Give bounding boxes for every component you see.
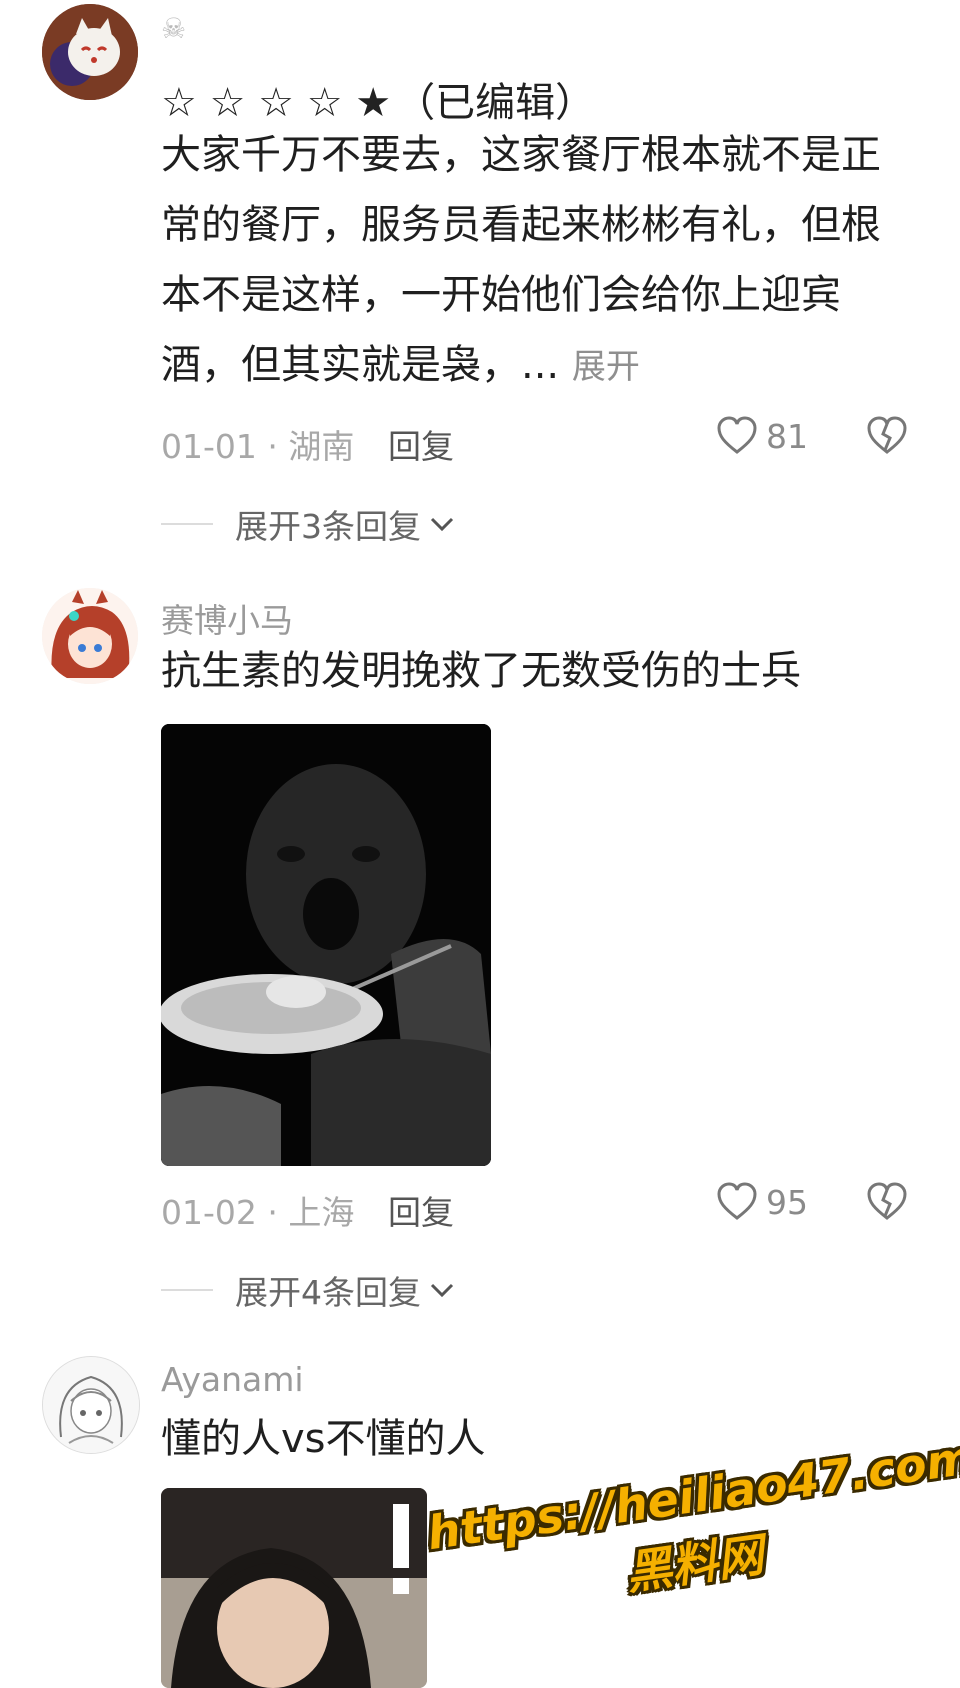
avatar-image	[42, 588, 138, 684]
avatar-image	[43, 1357, 139, 1453]
heart-outline-icon	[717, 416, 757, 454]
expand-replies-label: 展开4条回复	[235, 1273, 421, 1312]
avatar[interactable]	[42, 4, 138, 100]
divider-line	[161, 1289, 213, 1291]
dislike-button[interactable]	[866, 416, 908, 460]
username[interactable]: 赛博小马	[161, 594, 293, 642]
heart-outline-icon	[717, 1182, 757, 1220]
expand-replies-label: 展开3条回复	[235, 507, 421, 546]
reply-button[interactable]: 回复	[388, 1186, 454, 1234]
expand-text-link[interactable]: 展开	[572, 347, 640, 387]
username[interactable]: ☠	[161, 12, 186, 45]
reply-button[interactable]: 回复	[388, 420, 454, 468]
comment-body: 大家千万不要去，这家餐厅根本就不是正常的餐厅，服务员看起来彬彬有礼，但根本不是这…	[161, 132, 881, 388]
like-count: 81	[766, 416, 808, 456]
broken-heart-icon	[867, 1182, 907, 1220]
chevron-down-icon	[430, 517, 454, 532]
avatar[interactable]	[42, 1356, 140, 1454]
like-button[interactable]: 81	[716, 416, 808, 456]
like-button[interactable]: 95	[716, 1182, 808, 1222]
image-content	[161, 724, 491, 1166]
expand-replies-button[interactable]: 展开3条回复	[161, 500, 455, 548]
avatar-image	[42, 4, 138, 100]
comment-text: 大家千万不要去，这家餐厅根本就不是正常的餐厅，服务员看起来彬彬有礼，但根本不是这…	[161, 120, 891, 402]
comment-image[interactable]	[161, 724, 491, 1166]
date-location: 01-02 · 上海	[161, 1193, 355, 1232]
like-count: 95	[766, 1182, 808, 1222]
comment-image[interactable]	[161, 1488, 427, 1688]
username[interactable]: Ayanami	[161, 1360, 304, 1399]
comment-text: 抗生素的发明挽救了无数受伤的士兵	[161, 648, 801, 694]
date-location: 01-01 · 湖南	[161, 427, 355, 466]
chevron-down-icon	[430, 1283, 454, 1298]
broken-heart-icon	[867, 416, 907, 454]
avatar[interactable]	[42, 588, 138, 684]
image-content	[161, 1488, 427, 1688]
expand-replies-button[interactable]: 展开4条回复	[161, 1266, 455, 1314]
divider-line	[161, 523, 213, 525]
dislike-button[interactable]	[866, 1182, 908, 1226]
